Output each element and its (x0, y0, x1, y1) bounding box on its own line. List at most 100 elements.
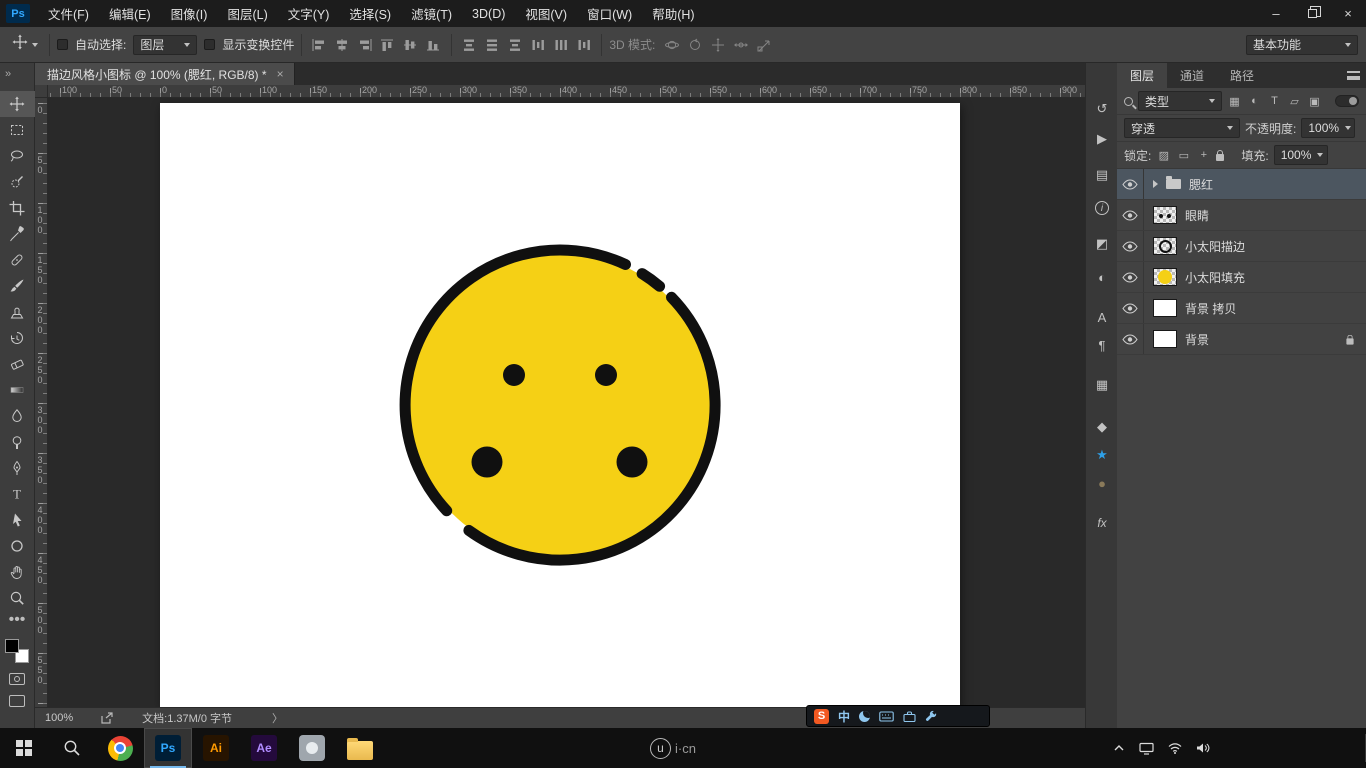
path-select-tool[interactable] (0, 507, 35, 533)
marquee-tool[interactable] (0, 117, 35, 143)
paragraph-panel-icon[interactable]: ¶ (1086, 333, 1118, 357)
align-top-icon[interactable] (378, 36, 398, 54)
panel-menu-icon[interactable] (1347, 71, 1360, 80)
layer-visibility-toggle[interactable] (1117, 200, 1144, 230)
ime-wrench-icon[interactable] (925, 710, 937, 722)
quick-mask-button[interactable] (9, 673, 25, 685)
menu-item[interactable]: 3D(D) (462, 0, 515, 27)
pen-tool[interactable] (0, 455, 35, 481)
photoshop-app[interactable]: Ps (144, 728, 192, 768)
menu-item[interactable]: 选择(S) (339, 0, 401, 27)
gradient-tool[interactable] (0, 377, 35, 403)
patterns-panel-icon[interactable]: ▦ (1086, 373, 1118, 397)
menu-item[interactable]: 文件(F) (38, 0, 99, 27)
document-canvas[interactable] (160, 103, 960, 707)
status-menu-chevron[interactable]: 〉 (272, 710, 283, 726)
layer-row[interactable]: 腮红 (1117, 169, 1366, 200)
menu-item[interactable]: 帮助(H) (642, 0, 704, 27)
distribute-bottom-icon[interactable] (505, 36, 525, 54)
layer-row[interactable]: 背景 (1117, 324, 1366, 355)
menu-item[interactable]: 窗口(W) (577, 0, 642, 27)
layer-thumbnail[interactable] (1153, 237, 1177, 255)
tab-channels[interactable]: 通道 (1167, 63, 1217, 88)
sogou-logo-icon[interactable]: S (814, 708, 829, 724)
adjustments-panel-icon[interactable]: ◐ (1086, 265, 1118, 289)
layer-visibility-toggle[interactable] (1117, 231, 1144, 261)
menu-item[interactable]: 编辑(E) (99, 0, 161, 27)
chrome-app[interactable] (96, 728, 144, 768)
search-button[interactable] (48, 728, 96, 768)
collapse-toolbar-icon[interactable]: » (0, 63, 34, 85)
color-panel-icon[interactable]: ◩ (1086, 232, 1118, 256)
zoom-level[interactable]: 100% (45, 712, 73, 724)
explorer-app[interactable] (336, 728, 384, 768)
info-panel-icon[interactable]: i (1086, 196, 1118, 220)
3d-roll-icon[interactable] (685, 36, 705, 54)
lock-position-icon[interactable]: + (1196, 149, 1211, 161)
tray-display-icon[interactable] (1139, 742, 1154, 755)
lock-all-icon[interactable] (1216, 149, 1225, 161)
screen-mode-button[interactable] (9, 695, 25, 707)
tray-expand-icon[interactable] (1113, 742, 1125, 754)
layer-visibility-toggle[interactable] (1117, 324, 1144, 354)
blend-mode-dropdown[interactable]: 穿透 (1124, 118, 1240, 138)
filter-pixel-icon[interactable]: ▦ (1227, 95, 1242, 108)
3d-pan-icon[interactable] (708, 36, 728, 54)
layer-visibility-toggle[interactable] (1117, 169, 1144, 199)
ime-moon-icon[interactable] (859, 710, 871, 722)
minimize-button[interactable]: – (1258, 0, 1294, 27)
align-hcenter-icon[interactable] (332, 36, 352, 54)
clone-stamp-tool[interactable] (0, 299, 35, 325)
sphere-panel-icon[interactable]: ● (1086, 471, 1118, 495)
plugins-panel-icon[interactable]: ◆ (1086, 415, 1118, 439)
menu-item[interactable]: 文字(Y) (278, 0, 340, 27)
menu-item[interactable]: 视图(V) (515, 0, 577, 27)
tray-network-icon[interactable] (1168, 742, 1182, 754)
menu-item[interactable]: 图层(L) (217, 0, 277, 27)
align-left-icon[interactable] (309, 36, 329, 54)
layer-visibility-toggle[interactable] (1117, 262, 1144, 292)
foreground-color-swatch[interactable] (5, 639, 19, 653)
ellipse-tool[interactable] (0, 533, 35, 559)
ime-keyboard-icon[interactable] (879, 710, 894, 722)
actions-panel-icon[interactable]: ▶ (1086, 127, 1118, 151)
styles-panel-icon[interactable]: fx (1086, 511, 1118, 535)
filter-type-dropdown[interactable]: 类型 (1138, 91, 1222, 111)
quick-select-tool[interactable] (0, 169, 35, 195)
lock-transparency-icon[interactable]: ▨ (1156, 149, 1171, 162)
show-transform-checkbox[interactable] (204, 39, 216, 50)
dodge-tool[interactable] (0, 429, 35, 455)
distribute-vcenter-icon[interactable] (482, 36, 502, 54)
tab-layers[interactable]: 图层 (1117, 63, 1168, 88)
tray-volume-icon[interactable] (1196, 742, 1210, 754)
3d-slide-icon[interactable] (731, 36, 751, 54)
photoshop-logo-icon[interactable]: Ps (6, 4, 30, 23)
start-button[interactable] (0, 728, 48, 768)
filter-shape-icon[interactable]: ▱ (1287, 95, 1302, 108)
blur-tool[interactable] (0, 403, 35, 429)
filter-smartobject-icon[interactable]: ▣ (1307, 95, 1322, 108)
eyedropper-tool[interactable] (0, 221, 35, 247)
fill-dropdown[interactable]: 100% (1273, 145, 1328, 165)
menu-item[interactable]: 图像(I) (161, 0, 218, 27)
ime-toolbar[interactable]: S中 (806, 705, 990, 727)
document-info[interactable]: 文档:1.37M/0 字节 (142, 710, 232, 726)
share-icon[interactable] (101, 712, 114, 724)
close-button[interactable]: × (1330, 0, 1366, 27)
zoom-tool[interactable] (0, 585, 35, 611)
crop-tool[interactable] (0, 195, 35, 221)
align-right-icon[interactable] (355, 36, 375, 54)
tool-preset-picker[interactable] (8, 32, 42, 57)
illustrator-app[interactable]: Ai (192, 728, 240, 768)
layer-row[interactable]: 小太阳填充 (1117, 262, 1366, 293)
healing-brush-tool[interactable] (0, 247, 35, 273)
layer-row[interactable]: 眼睛 (1117, 200, 1366, 231)
auto-select-dropdown[interactable]: 图层 (133, 34, 198, 55)
restore-button[interactable] (1294, 0, 1330, 27)
distribute-top-icon[interactable] (459, 36, 479, 54)
filter-adjustment-icon[interactable]: ◐ (1247, 95, 1262, 107)
hand-tool[interactable] (0, 559, 35, 585)
layer-thumbnail[interactable] (1153, 206, 1177, 224)
after-effects-app[interactable]: Ae (240, 728, 288, 768)
workspace-switcher[interactable]: 基本功能 (1246, 34, 1358, 55)
